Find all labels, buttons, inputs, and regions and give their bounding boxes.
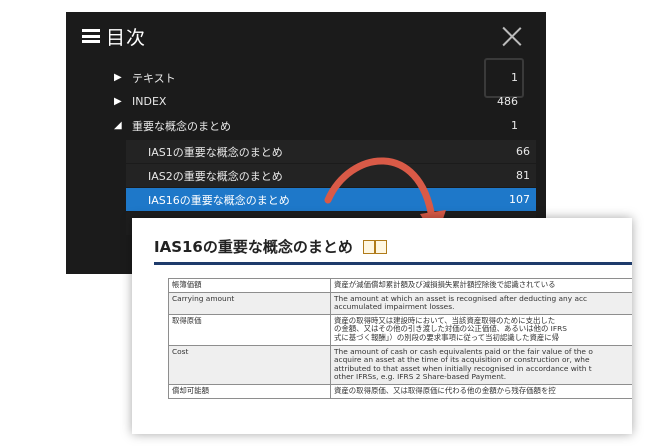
definition-cell: The amount of cash or cash equivalents p… — [330, 344, 632, 385]
table-row: 帳簿価額 資産が減価償却累計額及び減損損失累計額控除後で認識されている — [168, 278, 632, 293]
toc-item-page: 486 — [497, 95, 518, 108]
toc-header: 目次 — [66, 12, 546, 60]
toc-item-label: IAS1の重要な概念のまとめ — [148, 145, 283, 159]
toc-item-index[interactable]: ▶ INDEX 486 — [114, 90, 524, 113]
term-cell: 取得原価 — [168, 313, 331, 346]
toc-item-label: 重要な概念のまとめ — [132, 119, 231, 133]
definition-cell: 資産が減価償却累計額及び減損損失累計額控除後で認識されている — [330, 278, 632, 293]
term-cell: 帳簿価額 — [168, 278, 331, 293]
definition-cell: 資産の取得時又は建設時において、当該資産取得のために支出した の金額、又はその他の… — [330, 313, 632, 346]
book-icon — [362, 238, 389, 256]
toc-item-page: 1 — [511, 119, 518, 132]
toc-item-page: 66 — [516, 145, 530, 158]
expand-triangle-icon[interactable]: ▶ — [114, 96, 132, 107]
table-row: 償却可能額 資産の取得原価、又は取得原価に代わる他の金額から残存価額を控 — [168, 383, 632, 399]
expand-triangle-icon[interactable]: ▶ — [114, 72, 132, 83]
term-cell: Carrying amount — [168, 291, 331, 315]
term-cell: 償却可能額 — [168, 383, 331, 399]
table-row: Carrying amount The amount at which an a… — [168, 291, 632, 315]
toc-item-page: 107 — [509, 193, 530, 206]
list-icon — [82, 29, 100, 43]
toc-item-ias16[interactable]: IAS16の重要な概念のまとめ 107 — [126, 188, 536, 211]
title-rule — [154, 262, 632, 265]
toc-item-page: 1 — [511, 71, 518, 84]
document-title: IAS16の重要な概念のまとめ — [154, 236, 389, 257]
term-cell: Cost — [168, 344, 331, 385]
collapse-triangle-icon[interactable]: ◢ — [114, 120, 132, 131]
toc-item-text[interactable]: ▶ テキスト 1 — [114, 66, 524, 89]
toc-item-label: INDEX — [132, 95, 167, 108]
toc-item-summary[interactable]: ◢ 重要な概念のまとめ 1 — [114, 114, 524, 137]
toc-item-page: 81 — [516, 169, 530, 182]
close-icon[interactable] — [502, 26, 522, 46]
table-row: Cost The amount of cash or cash equivale… — [168, 344, 632, 385]
definitions-table: 帳簿価額 資産が減価償却累計額及び減損損失累計額控除後で認識されている Carr… — [168, 278, 632, 399]
toc-item-label: IAS2の重要な概念のまとめ — [148, 169, 283, 183]
document-title-text: IAS16の重要な概念のまとめ — [154, 238, 353, 256]
toc-item-ias1[interactable]: IAS1の重要な概念のまとめ 66 — [126, 140, 536, 163]
definition-cell: The amount at which an asset is recognis… — [330, 291, 632, 315]
toc-item-label: IAS16の重要な概念のまとめ — [148, 193, 290, 207]
document-page: IAS16の重要な概念のまとめ 帳簿価額 資産が減価償却累計額及び減損損失累計額… — [132, 218, 632, 434]
definition-cell: 資産の取得原価、又は取得原価に代わる他の金額から残存価額を控 — [330, 383, 632, 399]
toc-item-label: テキスト — [132, 71, 176, 85]
toc-item-ias2[interactable]: IAS2の重要な概念のまとめ 81 — [126, 164, 536, 187]
toc-title: 目次 — [106, 26, 147, 49]
table-row: 取得原価 資産の取得時又は建設時において、当該資産取得のために支出した の金額、又… — [168, 313, 632, 346]
